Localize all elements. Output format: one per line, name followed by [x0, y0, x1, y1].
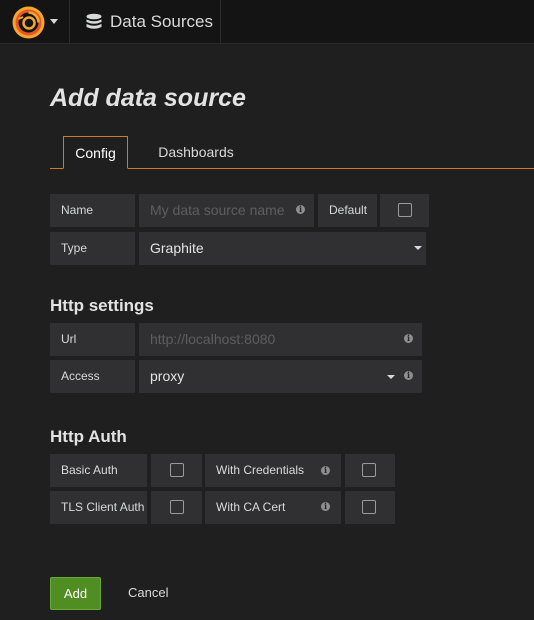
- checkbox-icon: [362, 463, 376, 477]
- name-input-placeholder: My data source name: [150, 202, 285, 218]
- url-label: Url: [50, 323, 135, 356]
- type-select[interactable]: Graphite: [139, 232, 426, 265]
- chevron-down-icon: [414, 246, 422, 250]
- info-icon[interactable]: i: [404, 334, 413, 343]
- name-label: Name: [50, 194, 135, 227]
- add-button[interactable]: Add: [50, 577, 101, 610]
- type-label: Type: [50, 232, 135, 265]
- breadcrumb-label: Data Sources: [110, 12, 213, 31]
- grafana-logo-icon: [12, 6, 45, 39]
- page-title: Add data source: [50, 84, 246, 112]
- database-icon: [86, 13, 102, 29]
- basic-auth-label: Basic Auth: [50, 454, 147, 487]
- info-icon[interactable]: i: [321, 502, 330, 511]
- tls-client-auth-checkbox[interactable]: [151, 491, 202, 524]
- info-icon[interactable]: i: [321, 466, 330, 475]
- checkbox-icon: [170, 500, 184, 514]
- access-label: Access: [50, 360, 135, 393]
- type-select-value: Graphite: [150, 240, 204, 256]
- info-icon[interactable]: i: [296, 205, 305, 214]
- default-checkbox[interactable]: [380, 194, 429, 227]
- checkbox-icon: [170, 463, 184, 477]
- with-credentials-checkbox[interactable]: [345, 454, 395, 487]
- basic-auth-checkbox[interactable]: [151, 454, 202, 487]
- tls-client-auth-label: TLS Client Auth: [50, 491, 147, 524]
- http-auth-title: Http Auth: [50, 427, 127, 446]
- url-input-placeholder: http://localhost:8080: [150, 331, 276, 347]
- access-select-value: proxy: [150, 368, 185, 384]
- http-settings-title: Http settings: [50, 296, 154, 315]
- breadcrumb[interactable]: Data Sources: [71, 0, 221, 44]
- info-icon[interactable]: i: [404, 371, 413, 380]
- grafana-menu-button[interactable]: [0, 0, 70, 44]
- with-ca-cert-checkbox[interactable]: [345, 491, 395, 524]
- checkbox-icon: [362, 500, 376, 514]
- url-input[interactable]: http://localhost:8080: [139, 323, 422, 356]
- default-label: Default: [318, 194, 377, 227]
- name-input[interactable]: My data source name: [139, 194, 314, 227]
- checkbox-icon: [398, 203, 412, 217]
- access-select[interactable]: proxy: [139, 360, 422, 393]
- chevron-down-icon: [387, 375, 395, 379]
- cancel-button[interactable]: Cancel: [128, 585, 168, 600]
- top-navbar: Data Sources: [0, 0, 534, 44]
- tab-dashboards[interactable]: Dashboards: [148, 136, 244, 169]
- tab-config[interactable]: Config: [63, 136, 128, 169]
- chevron-down-icon: [50, 19, 58, 24]
